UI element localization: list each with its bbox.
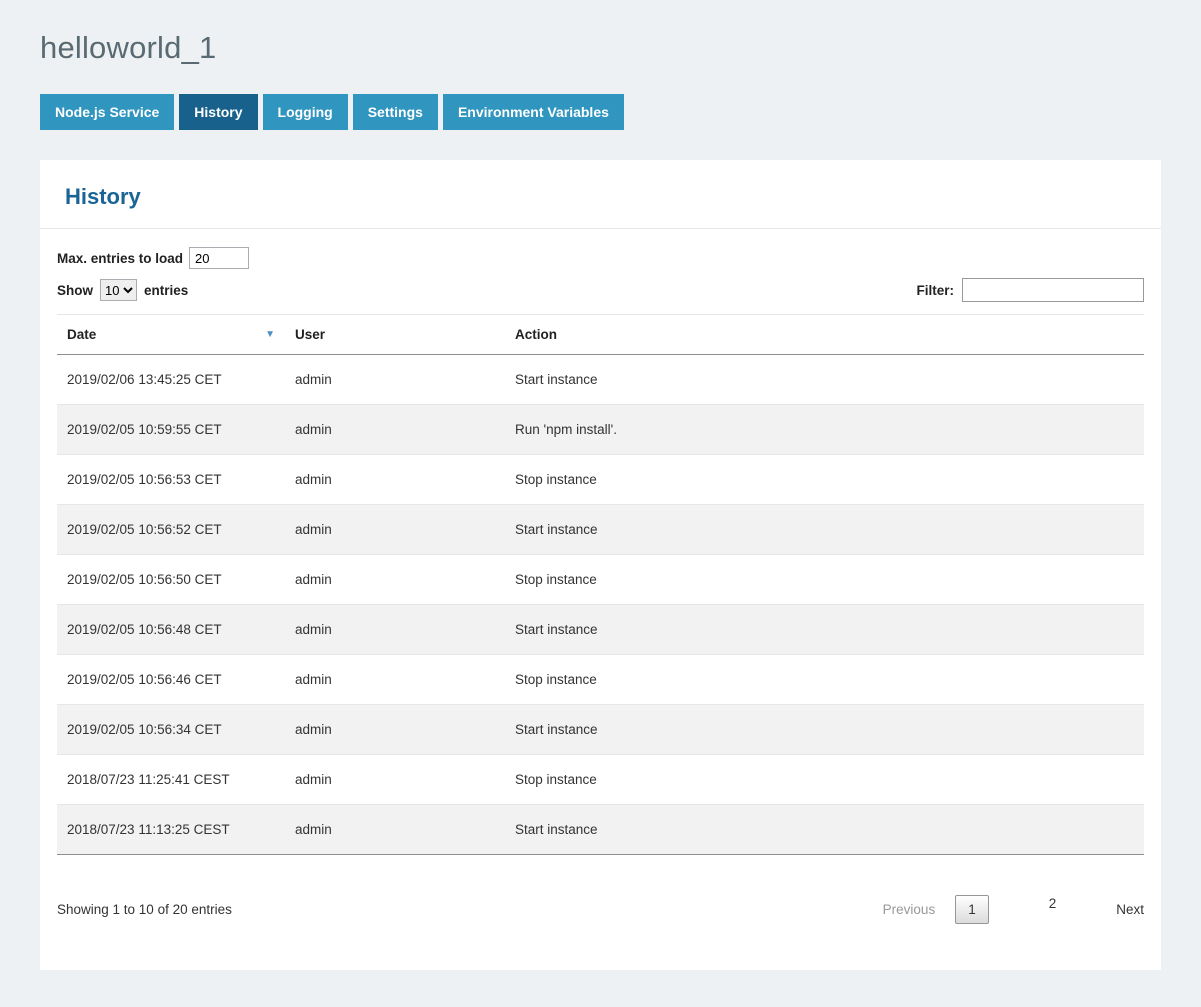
cell-date: 2019/02/05 10:56:48 CET [57, 605, 285, 655]
tab-settings[interactable]: Settings [353, 94, 438, 130]
filter-label: Filter: [916, 283, 954, 298]
panel-heading: History [40, 160, 1161, 228]
page-length-select[interactable]: 10 [100, 279, 137, 301]
filter-group: Filter: [916, 278, 1144, 302]
page: helloworld_1 Node.js ServiceHistoryLoggi… [0, 0, 1201, 1007]
show-entries-row: Show 10 entries Filter: [57, 278, 1144, 302]
table-header: Date ▼ User Action [57, 315, 1144, 355]
cell-user: admin [285, 505, 505, 555]
column-header-action[interactable]: Action [505, 315, 1144, 355]
cell-action: Stop instance [505, 555, 1144, 605]
page-title: helloworld_1 [40, 30, 1161, 66]
cell-user: admin [285, 355, 505, 405]
tab-logging[interactable]: Logging [263, 94, 348, 130]
table-row: 2019/02/05 10:56:50 CETadminStop instanc… [57, 555, 1144, 605]
pagination: Previous 12 Next [883, 870, 1144, 948]
pagination-pages: 12 [955, 870, 1096, 948]
table-controls: Max. entries to load Show 10 entries Fil… [40, 229, 1161, 302]
cell-user: admin [285, 755, 505, 805]
table-row: 2018/07/23 11:13:25 CESTadminStart insta… [57, 805, 1144, 855]
table-row: 2019/02/05 10:56:48 CETadminStart instan… [57, 605, 1144, 655]
table-row: 2019/02/05 10:59:55 CETadminRun 'npm ins… [57, 405, 1144, 455]
sort-desc-icon: ▼ [265, 329, 275, 340]
max-entries-row: Max. entries to load [57, 247, 1144, 269]
tab-bar: Node.js ServiceHistoryLoggingSettingsEnv… [40, 94, 1161, 130]
table-row: 2018/07/23 11:25:41 CESTadminStop instan… [57, 755, 1144, 805]
table-footer: Showing 1 to 10 of 20 entries Previous 1… [40, 855, 1161, 966]
cell-action: Start instance [505, 705, 1144, 755]
cell-user: admin [285, 605, 505, 655]
table-row: 2019/02/05 10:56:53 CETadminStop instanc… [57, 455, 1144, 505]
cell-user: admin [285, 455, 505, 505]
cell-date: 2019/02/05 10:56:34 CET [57, 705, 285, 755]
filter-input[interactable] [962, 278, 1144, 302]
table-row: 2019/02/05 10:56:46 CETadminStop instanc… [57, 655, 1144, 705]
table-summary: Showing 1 to 10 of 20 entries [57, 902, 232, 917]
cell-date: 2019/02/05 10:59:55 CET [57, 405, 285, 455]
cell-date: 2019/02/05 10:56:52 CET [57, 505, 285, 555]
column-header-date-label: Date [67, 327, 96, 342]
cell-date: 2019/02/05 10:56:53 CET [57, 455, 285, 505]
pagination-previous[interactable]: Previous [883, 902, 936, 917]
column-header-date[interactable]: Date ▼ [57, 315, 285, 355]
table-body: 2019/02/06 13:45:25 CETadminStart instan… [57, 355, 1144, 855]
max-entries-input[interactable] [189, 247, 249, 269]
cell-action: Run 'npm install'. [505, 405, 1144, 455]
cell-user: admin [285, 705, 505, 755]
cell-action: Start instance [505, 505, 1144, 555]
cell-user: admin [285, 555, 505, 605]
table-row: 2019/02/05 10:56:34 CETadminStart instan… [57, 705, 1144, 755]
cell-date: 2019/02/05 10:56:50 CET [57, 555, 285, 605]
cell-user: admin [285, 805, 505, 855]
table-row: 2019/02/05 10:56:52 CETadminStart instan… [57, 505, 1144, 555]
max-entries-label: Max. entries to load [57, 251, 183, 266]
cell-date: 2018/07/23 11:25:41 CEST [57, 755, 285, 805]
entries-label: entries [144, 283, 188, 298]
pagination-next[interactable]: Next [1116, 902, 1144, 917]
cell-user: admin [285, 405, 505, 455]
cell-action: Stop instance [505, 755, 1144, 805]
tab-node-js-service[interactable]: Node.js Service [40, 94, 174, 130]
column-header-user[interactable]: User [285, 315, 505, 355]
pagination-page-2[interactable]: 2 [1009, 870, 1097, 948]
cell-date: 2019/02/05 10:56:46 CET [57, 655, 285, 705]
cell-action: Start instance [505, 805, 1144, 855]
cell-date: 2019/02/06 13:45:25 CET [57, 355, 285, 405]
cell-action: Start instance [505, 605, 1144, 655]
history-panel: History Max. entries to load Show 10 ent… [40, 160, 1161, 970]
cell-action: Start instance [505, 355, 1144, 405]
cell-date: 2018/07/23 11:13:25 CEST [57, 805, 285, 855]
pagination-page-1[interactable]: 1 [955, 895, 989, 924]
tab-environment-variables[interactable]: Environment Variables [443, 94, 624, 130]
cell-action: Stop instance [505, 655, 1144, 705]
cell-action: Stop instance [505, 455, 1144, 505]
table-row: 2019/02/06 13:45:25 CETadminStart instan… [57, 355, 1144, 405]
tab-history[interactable]: History [179, 94, 257, 130]
cell-user: admin [285, 655, 505, 705]
history-table: Date ▼ User Action 2019/02/06 13:45:25 C… [57, 314, 1144, 855]
show-label: Show [57, 283, 93, 298]
